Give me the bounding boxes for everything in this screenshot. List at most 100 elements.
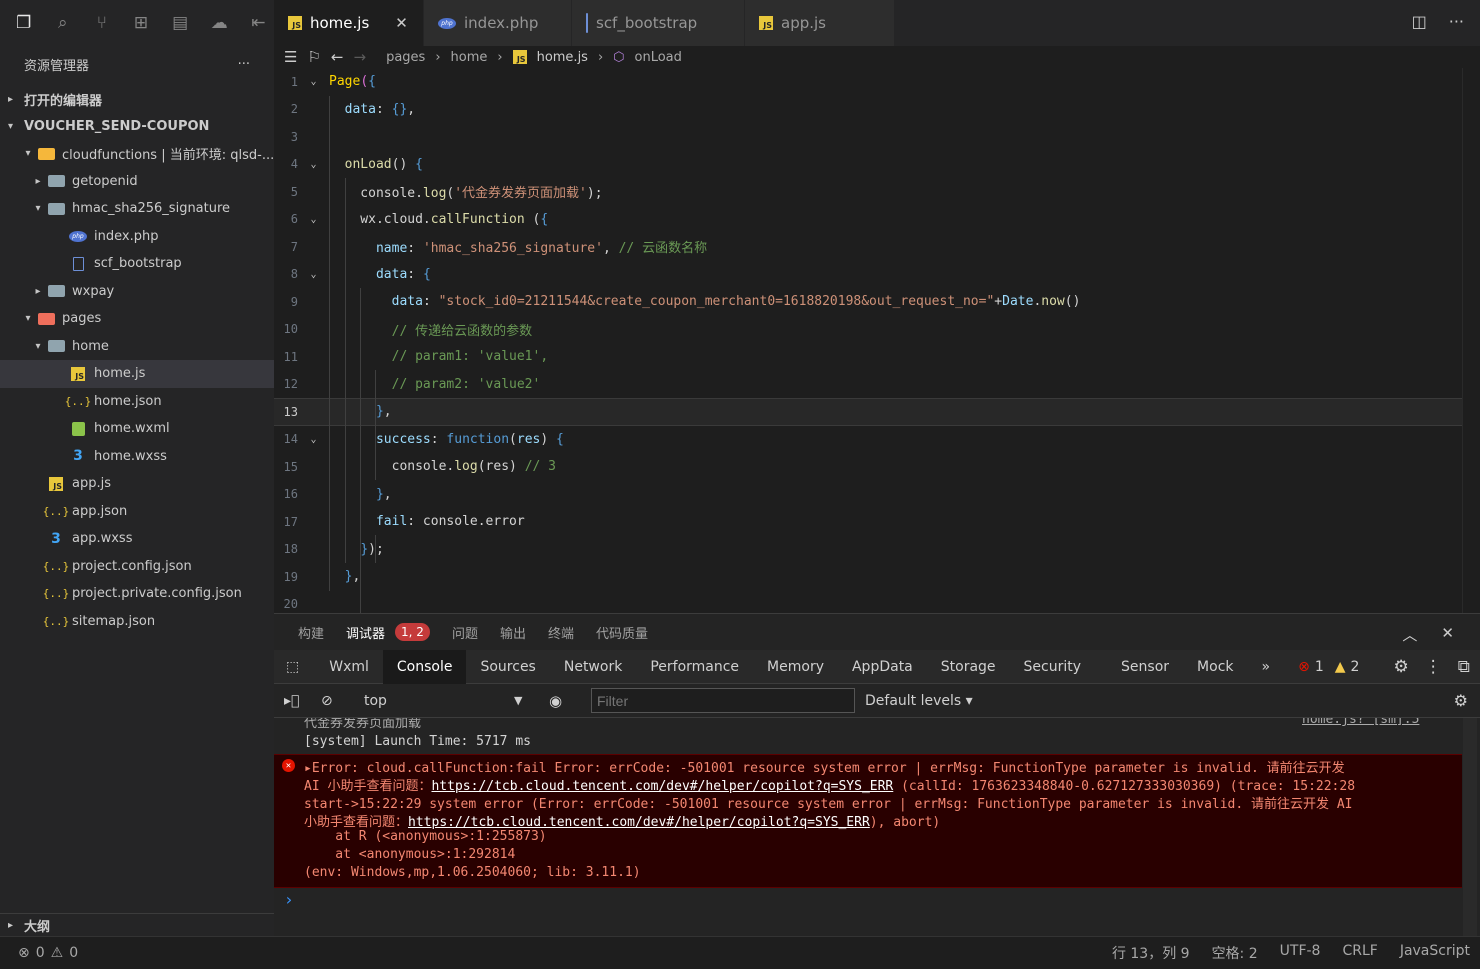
code-line[interactable]: 7 name: 'hmac_sha256_signature', // 云函数名… (274, 233, 1464, 261)
code-line[interactable]: 8 ⌄ data: { (274, 261, 1464, 289)
copilot-link[interactable]: https://tcb.cloud.tencent.com/dev#/helpe… (408, 815, 870, 830)
more-actions-icon[interactable]: ··· (238, 57, 250, 72)
tab-app-js[interactable]: JS app.js (745, 0, 895, 46)
fold-chevron-icon[interactable]: ⌄ (298, 434, 329, 445)
code-line[interactable]: 17 fail: console.error (274, 508, 1464, 536)
devtools-tab-mock[interactable]: Mock (1183, 650, 1247, 684)
devtools-tab-security[interactable]: Security (1010, 650, 1096, 684)
code-line[interactable]: 6 ⌄ wx.cloud.callFunction ({ (274, 206, 1464, 234)
levels-dropdown[interactable]: Default levels ▾ (865, 693, 973, 709)
error-line[interactable]: ▸Error: cloud.callFunction:fail Error: e… (304, 757, 1345, 776)
list-icon[interactable]: ☰ (284, 48, 297, 66)
clear-console-icon[interactable]: ⊘ (321, 693, 333, 709)
panel-tab-2[interactable]: 问题 (452, 623, 478, 642)
docker-icon[interactable]: ☁ (204, 7, 235, 39)
devtools-menu-icon[interactable]: ⋮ (1417, 650, 1450, 684)
close-panel-icon[interactable]: ✕ (1441, 624, 1454, 645)
tree-item[interactable]: 3 app.wxss (0, 525, 274, 553)
tree-item[interactable]: ▾ cloudfunctions | 当前环境: qlsd-... (0, 140, 274, 168)
tree-item[interactable]: php index.php (0, 223, 274, 251)
code-line[interactable]: 1 ⌄ Page({ (274, 68, 1464, 96)
close-icon[interactable]: ✕ (395, 14, 408, 32)
code-line[interactable]: 11 // param1: 'value1', (274, 343, 1464, 371)
more-actions-icon[interactable]: ··· (1449, 12, 1464, 31)
filter-input[interactable] (591, 688, 855, 713)
fold-chevron-icon[interactable]: ⌄ (298, 269, 329, 280)
code-line[interactable]: 10 // 传递给云函数的参数 (274, 316, 1464, 344)
code-line[interactable]: 4 ⌄ onLoad() { (274, 151, 1464, 179)
fold-chevron-icon[interactable]: ⌄ (298, 76, 329, 87)
code-editor[interactable]: 1 ⌄ Page({2 data: {}, 3 4 ⌄ onLoad() {5 conso… (274, 68, 1480, 613)
tree-item[interactable]: {..} sitemap.json (0, 608, 274, 636)
devtools-tab-performance[interactable]: Performance (636, 650, 753, 684)
panel-tab-0[interactable]: 构建 (298, 623, 324, 642)
devtools-tab-wxml[interactable]: Wxml (315, 650, 383, 684)
console-settings-icon[interactable]: ⚙ (1454, 691, 1468, 710)
devtools-tab-network[interactable]: Network (550, 650, 636, 684)
devtools-tab-console[interactable]: Console (382, 649, 467, 684)
collapse-panel-icon[interactable]: ⇤ (243, 7, 274, 39)
devtools-tab-storage[interactable]: Storage (927, 650, 1010, 684)
storage-icon[interactable]: ▤ (165, 7, 196, 39)
panel-tab-5[interactable]: 代码质量 (596, 623, 648, 642)
editor-scrollbar[interactable] (1462, 68, 1476, 613)
line-ending[interactable]: CRLF (1342, 943, 1377, 963)
panel-tab-1[interactable]: 调试器 (346, 623, 385, 642)
devtools-tab-memory[interactable]: Memory (753, 650, 838, 684)
devtools-tab-sensor[interactable]: Sensor (1107, 650, 1183, 684)
fold-chevron-icon[interactable]: ⌄ (298, 214, 329, 225)
tree-item[interactable]: {..} project.config.json (0, 553, 274, 581)
outline-section[interactable]: ▸ 大纲 (0, 913, 274, 937)
tab-home-js[interactable]: JS home.js ✕ (274, 0, 424, 46)
tree-item[interactable]: home.wxml (0, 415, 274, 443)
code-line[interactable]: 14 ⌄ success: function(res) { (274, 426, 1464, 454)
extensions-icon[interactable]: ⊞ (125, 7, 156, 39)
sidebar-toggle-icon[interactable]: ▸⃞ (284, 693, 299, 709)
code-line[interactable]: 13 }, (274, 398, 1464, 426)
devtools-tab-sources[interactable]: Sources (466, 650, 549, 684)
code-line[interactable]: 12 // param2: 'value2' (274, 371, 1464, 399)
more-tabs-icon[interactable]: » (1248, 650, 1285, 684)
code-line[interactable]: 16 }, (274, 481, 1464, 509)
panel-tab-4[interactable]: 终端 (548, 623, 574, 642)
project-section[interactable]: ▾ VOUCHER_SEND-COUPON (0, 113, 274, 140)
dock-icon[interactable]: ⧉ (1450, 650, 1478, 684)
code-line[interactable]: 9 data: "stock_id0=21211544&create_coupo… (274, 288, 1464, 316)
devtools-tab-appdata[interactable]: AppData (838, 650, 927, 684)
code-line[interactable]: 20 (274, 591, 1464, 614)
problems-indicator[interactable]: ⊗ 0 ⚠ 0 (18, 945, 78, 961)
copilot-link[interactable]: https://tcb.cloud.tencent.com/dev#/helpe… (431, 779, 893, 794)
language-mode[interactable]: JavaScript (1400, 943, 1470, 963)
devtools-settings-icon[interactable]: ⚙ (1385, 650, 1416, 684)
maximize-panel-icon[interactable]: ︿ (1402, 624, 1417, 645)
back-arrow-icon[interactable]: ← (331, 48, 344, 66)
tree-item[interactable]: scf_bootstrap (0, 250, 274, 278)
breadcrumb-home[interactable]: home (451, 50, 488, 65)
code-line[interactable]: 19 }, (274, 563, 1464, 591)
tree-item[interactable]: JS home.js (0, 360, 274, 388)
bookmark-icon[interactable]: ⚐ (307, 48, 320, 66)
code-line[interactable]: 2 data: {}, (274, 96, 1464, 124)
open-editors-section[interactable]: ▸ 打开的编辑器 (0, 86, 274, 113)
source-control-icon[interactable]: ⑂ (86, 7, 117, 39)
breadcrumb-symbol[interactable]: onLoad (635, 50, 682, 65)
issues-counter[interactable]: ⊗ 1 ▲ 2 (1284, 650, 1373, 684)
code-line[interactable]: 5 console.log('代金券发券页面加载'); (274, 178, 1464, 206)
tree-item[interactable]: {..} app.json (0, 498, 274, 526)
tree-item[interactable]: ▾ hmac_sha256_signature (0, 195, 274, 223)
tab-index-php[interactable]: php index.php (424, 0, 572, 46)
code-line[interactable]: 3 (274, 123, 1464, 151)
tree-item[interactable]: ▾ home (0, 333, 274, 361)
code-line[interactable]: 18 }); (274, 536, 1464, 564)
breadcrumb-file[interactable]: home.js (537, 50, 588, 65)
panel-tab-3[interactable]: 输出 (500, 623, 526, 642)
files-icon[interactable]: ❐ (8, 7, 39, 39)
source-link[interactable]: home.js? [sm]:5 (1302, 718, 1419, 727)
console-prompt[interactable]: › (284, 890, 294, 909)
split-editor-icon[interactable]: ◫ (1412, 12, 1427, 31)
tree-item[interactable]: {..} project.private.config.json (0, 580, 274, 608)
code-line[interactable]: 15 console.log(res) // 3 (274, 453, 1464, 481)
context-select[interactable]: top (364, 693, 387, 709)
tree-item[interactable]: ▸ wxpay (0, 278, 274, 306)
tree-item[interactable]: 3 home.wxss (0, 443, 274, 471)
